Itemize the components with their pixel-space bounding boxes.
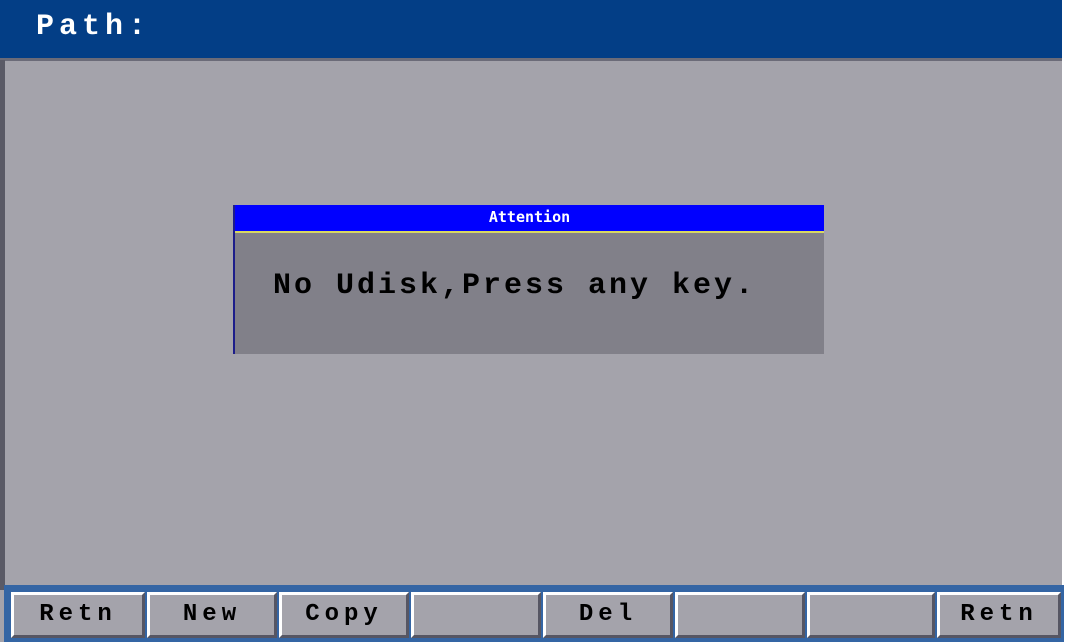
dialog-title: Attention: [235, 205, 824, 233]
softkey-copy[interactable]: Copy: [279, 592, 409, 638]
screen: Path: Attention No Udisk,Press any key. …: [0, 0, 1067, 642]
softkey-del[interactable]: Del: [543, 592, 673, 638]
softkey-empty-6[interactable]: [675, 592, 805, 638]
softkey-bar: Retn New Copy Del Retn: [4, 585, 1064, 642]
right-border: [1062, 0, 1067, 642]
softkey-empty-7[interactable]: [807, 592, 935, 638]
path-label: Path:: [36, 10, 152, 44]
softkey-retn-right[interactable]: Retn: [937, 592, 1061, 638]
dialog-message: No Udisk,Press any key.: [273, 269, 757, 303]
softkey-retn-left[interactable]: Retn: [11, 592, 145, 638]
softkey-new[interactable]: New: [147, 592, 277, 638]
attention-dialog[interactable]: Attention No Udisk,Press any key.: [233, 205, 824, 354]
left-border: [0, 60, 5, 590]
header-bar: Path:: [0, 0, 1062, 61]
softkey-empty-4[interactable]: [411, 592, 541, 638]
